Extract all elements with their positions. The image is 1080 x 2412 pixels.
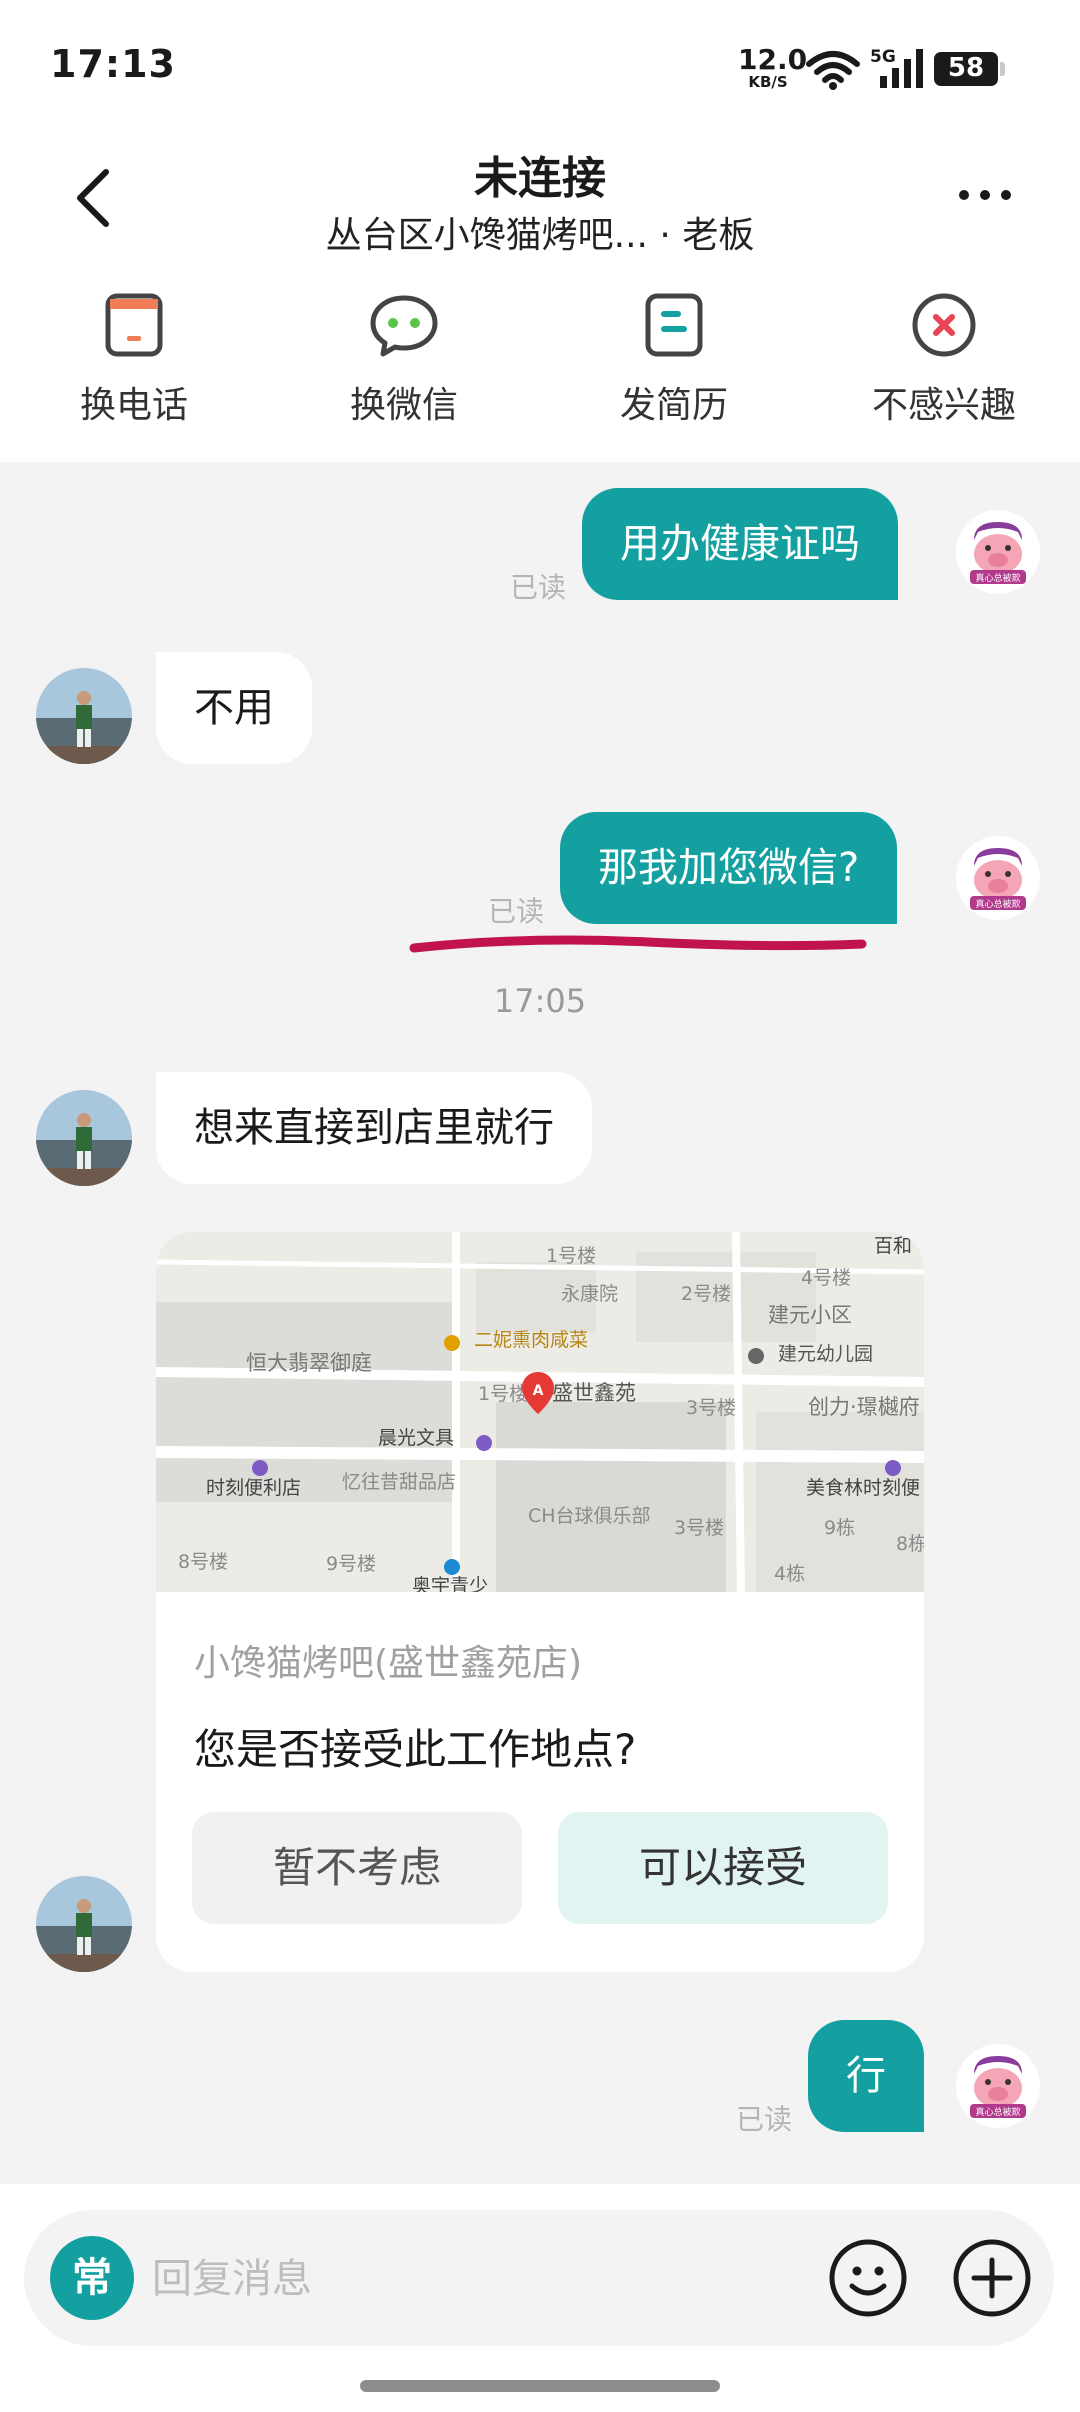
map-label: 8号楼 — [178, 1551, 228, 1573]
photo-avatar-icon — [36, 1090, 132, 1186]
home-indicator[interactable] — [360, 2380, 720, 2392]
common-phrases-button[interactable]: 常 — [50, 2236, 134, 2320]
photo-avatar-icon — [36, 1876, 132, 1972]
map-label: 恒大翡翠御庭 — [246, 1351, 372, 1375]
map-label: 奥宇青少 — [412, 1575, 488, 1592]
network-speed-value: 12.0 — [738, 43, 808, 76]
network-type: 5G — [870, 47, 896, 67]
location-card[interactable]: 1号楼 永康院 2号楼 4号楼 百和 建元小区 二妮熏肉咸菜 恒大翡翠御庭 建元… — [156, 1232, 924, 1972]
map-label: 4栋 — [774, 1563, 805, 1585]
store-poi-icon — [885, 1460, 901, 1476]
handwritten-underline-mark — [409, 935, 867, 953]
map-label: 创力·璟樾府 — [808, 1395, 920, 1419]
location-name: 小馋猫烤吧(盛世鑫苑店) — [194, 1643, 583, 1684]
timestamp-separator: 17:05 — [493, 982, 587, 1020]
map-label: 晨光文具 — [378, 1427, 454, 1449]
read-receipt: 已读 — [510, 571, 567, 604]
exchange-wechat-button[interactable]: 换微信 — [294, 290, 514, 428]
map-label: 永康院 — [561, 1283, 618, 1305]
chat-header: 未连接 丛台区小馋猫烤吧... · 老板 — [0, 120, 1080, 280]
message-bubble-outgoing[interactable]: 行 — [808, 2020, 924, 2132]
read-receipt: 已读 — [488, 895, 545, 928]
status-time: 17:13 — [50, 42, 176, 86]
map-label: 9栋 — [824, 1517, 855, 1539]
emoji-button[interactable] — [826, 2236, 910, 2320]
pig-avatar-icon: 真心总被欺 — [970, 848, 1026, 910]
store-poi-icon — [252, 1460, 268, 1476]
more-options-button[interactable] — [950, 180, 1020, 210]
pool-poi-icon — [444, 1559, 460, 1575]
shop-poi-icon — [476, 1435, 492, 1451]
map-label: 4号楼 — [801, 1267, 851, 1289]
peer-avatar[interactable] — [36, 668, 132, 764]
self-avatar[interactable]: 真心总被欺 — [956, 836, 1040, 920]
self-avatar[interactable]: 真心总被欺 — [956, 2044, 1040, 2128]
avatar-badge-text: 真心总被欺 — [975, 898, 1020, 910]
map-label: 建元小区 — [768, 1303, 852, 1327]
map-label: CH台球俱乐部 — [528, 1505, 651, 1527]
map-label: 9号楼 — [326, 1553, 376, 1575]
cell-signal-icon: 5G — [870, 47, 923, 88]
chat-title: 未连接 — [474, 153, 606, 204]
network-speed-unit: KB/S — [748, 73, 788, 91]
map-label: 美食林时刻便 — [806, 1477, 920, 1499]
map-label: 建元幼儿园 — [778, 1343, 873, 1365]
map-label: 3号楼 — [674, 1517, 724, 1539]
phone-card-icon — [105, 293, 163, 357]
reply-input[interactable] — [150, 2246, 804, 2312]
peer-avatar[interactable] — [36, 1876, 132, 1972]
pig-avatar-icon: 真心总被欺 — [970, 2056, 1026, 2118]
school-poi-icon — [748, 1348, 764, 1364]
restaurant-poi-icon — [444, 1335, 460, 1351]
map-label: 1号楼 — [478, 1383, 528, 1405]
network-speed: 12.0 KB/S — [738, 43, 808, 91]
action-label: 发简历 — [619, 385, 728, 426]
battery-level: 58 — [947, 53, 985, 83]
resume-icon — [645, 293, 703, 357]
message-bubble-outgoing[interactable]: 用办健康证吗 — [582, 488, 898, 600]
action-label: 不感兴趣 — [871, 385, 1016, 426]
accept-location-button[interactable]: 可以接受 — [558, 1812, 888, 1924]
send-resume-button[interactable]: 发简历 — [564, 290, 784, 428]
message-bubble-incoming[interactable]: 想来直接到店里就行 — [156, 1072, 592, 1184]
location-map[interactable]: 1号楼 永康院 2号楼 4号楼 百和 建元小区 二妮熏肉咸菜 恒大翡翠御庭 建元… — [156, 1232, 924, 1592]
map-pin-label: A — [533, 1383, 544, 1399]
action-label: 换微信 — [349, 385, 458, 426]
more-attachments-button[interactable] — [950, 2236, 1034, 2320]
quick-actions-bar: 换电话 换微信 发简历 不感兴趣 — [0, 290, 1080, 450]
self-avatar[interactable]: 真心总被欺 — [956, 510, 1040, 594]
location-question: 您是否接受此工作地点? — [194, 1725, 637, 1774]
map-label: 3号楼 — [686, 1397, 736, 1419]
map-label: 2号楼 — [681, 1283, 731, 1305]
map-label: 盛世鑫苑 — [552, 1381, 636, 1405]
not-interested-button[interactable]: 不感兴趣 — [834, 290, 1054, 428]
exchange-phone-button[interactable]: 换电话 — [24, 290, 244, 428]
map-label: 二妮熏肉咸菜 — [474, 1329, 588, 1351]
message-bubble-outgoing[interactable]: 那我加您微信? — [560, 812, 898, 924]
wechat-icon — [370, 295, 438, 357]
map-label: 8栋 — [896, 1533, 924, 1555]
map-label: 忆往昔甜品店 — [342, 1471, 456, 1493]
avatar-badge-text: 真心总被欺 — [975, 572, 1020, 584]
pig-avatar-icon: 真心总被欺 — [970, 522, 1026, 584]
close-circle-icon — [912, 293, 976, 357]
avatar-badge-text: 真心总被欺 — [975, 2106, 1020, 2118]
battery-icon: 58 — [934, 52, 1005, 86]
message-input-bar: 常 — [0, 2184, 1080, 2412]
status-bar: 17:13 12.0 KB/S 5G 58 — [0, 0, 1080, 110]
peer-avatar[interactable] — [36, 1090, 132, 1186]
photo-avatar-icon — [36, 668, 132, 764]
message-bubble-incoming[interactable]: 不用 — [156, 652, 312, 764]
map-label: 百和 — [874, 1235, 912, 1257]
chat-subtitle[interactable]: 丛台区小馋猫烤吧... · 老板 — [0, 206, 1080, 258]
map-label: 1号楼 — [546, 1245, 596, 1267]
input-container: 常 — [24, 2210, 1054, 2346]
decline-location-button[interactable]: 暂不考虑 — [192, 1812, 522, 1924]
map-label: 时刻便利店 — [206, 1477, 301, 1499]
wifi-icon — [806, 51, 860, 90]
action-label: 换电话 — [79, 385, 188, 426]
read-receipt: 已读 — [736, 2103, 793, 2136]
